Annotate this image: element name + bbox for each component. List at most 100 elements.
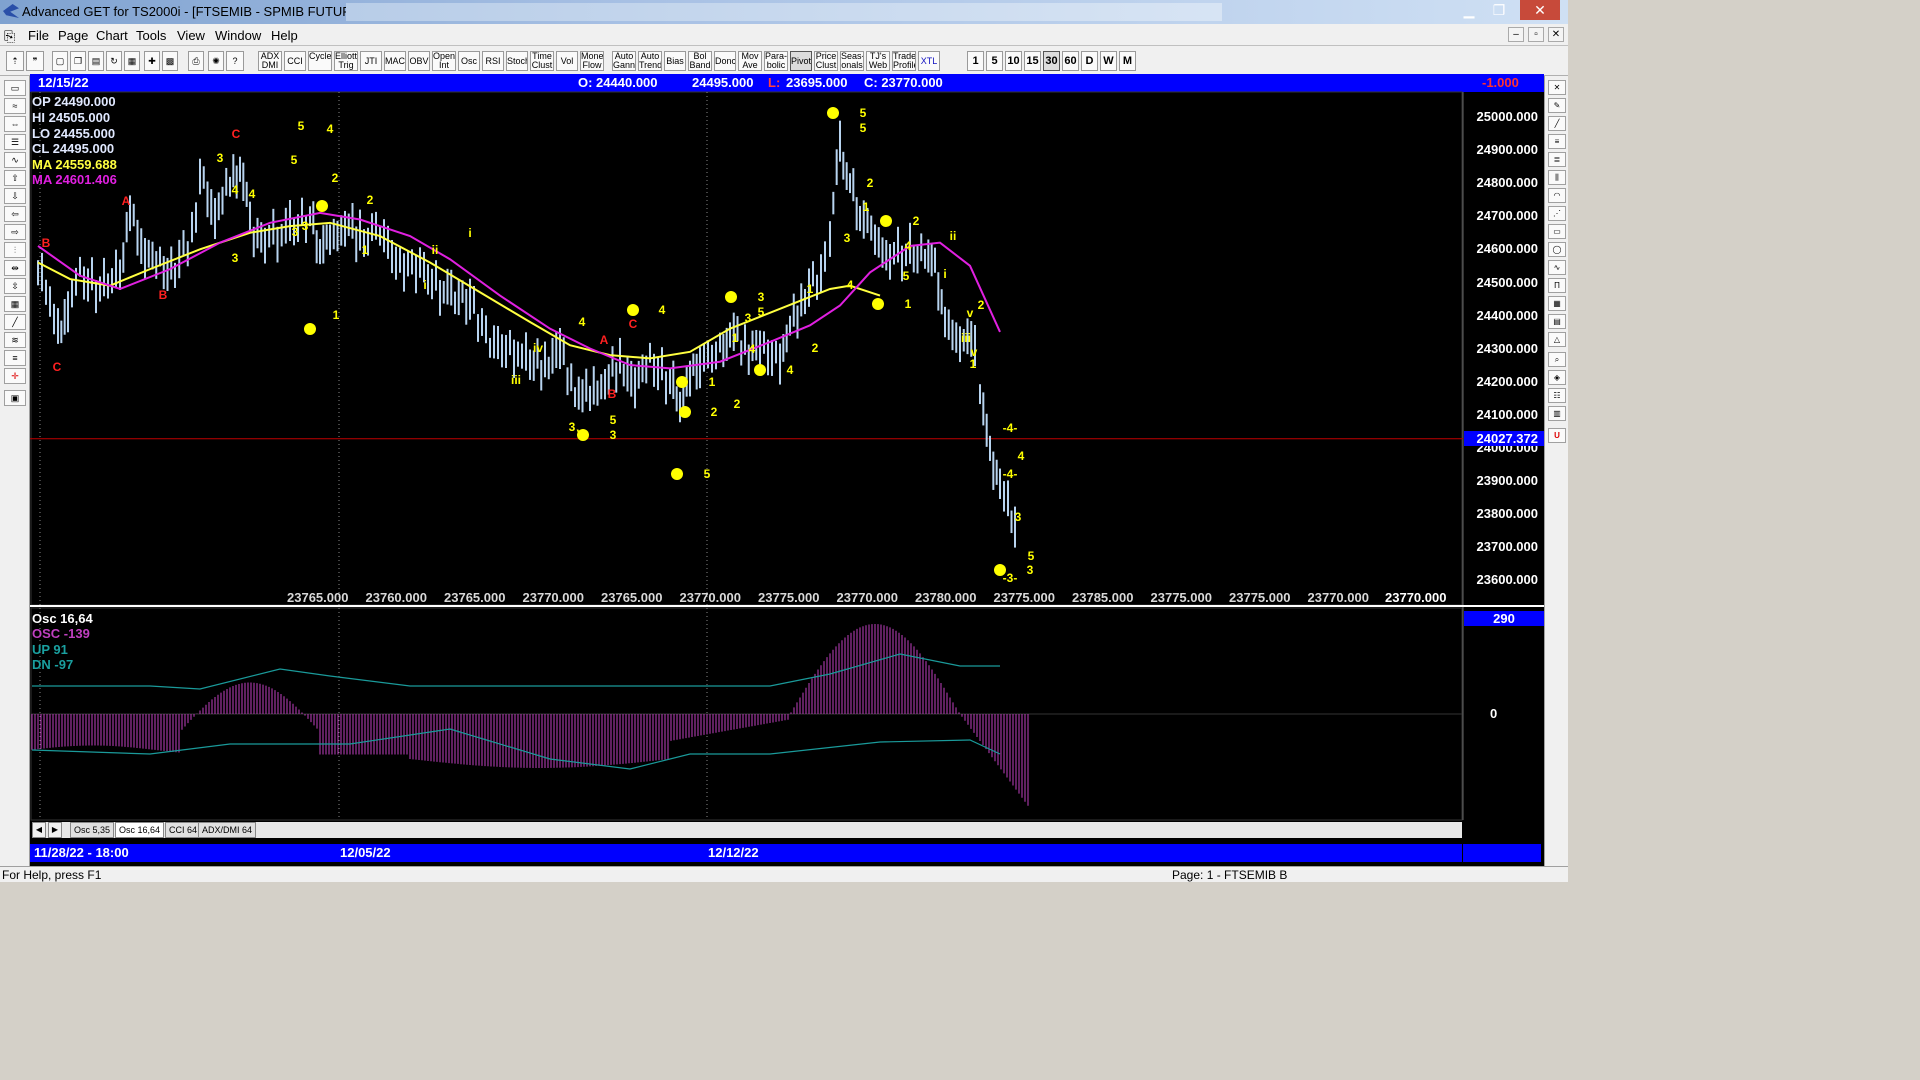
indicator-button-obv[interactable]: OBV — [408, 51, 430, 71]
indicator-button-vol[interactable]: Vol — [556, 51, 578, 71]
indicator-button-pivot[interactable]: Pivot — [790, 51, 812, 71]
gann-icon[interactable]: ≋ — [4, 332, 26, 348]
indicator-button-auto-gann[interactable]: Auto Gann — [612, 51, 636, 71]
cross-cursor-icon[interactable]: ✛ — [4, 368, 26, 384]
menu-help[interactable]: Help — [271, 28, 298, 43]
pti-icon[interactable]: Π — [1548, 278, 1566, 293]
indicator-button-adx-dmi[interactable]: ADX DMI — [258, 51, 282, 71]
fib-ext-icon[interactable]: ≣ — [1548, 152, 1566, 167]
print-icon[interactable]: ⎙ — [188, 51, 204, 71]
grid-icon[interactable]: ▩ — [162, 51, 178, 71]
interval-button-60[interactable]: 60 — [1062, 51, 1079, 71]
interval-button-d[interactable]: D — [1081, 51, 1098, 71]
indicator-button-stoch[interactable]: Stoch — [506, 51, 528, 71]
scroll-left-icon[interactable]: ⇦ — [4, 206, 26, 222]
tab-adx-dmi-64[interactable]: ADX/DMI 64 — [198, 822, 257, 838]
menu-chart[interactable]: Chart — [96, 28, 128, 43]
expand-icon[interactable]: ⇹ — [4, 260, 26, 276]
tab-osc-5-35[interactable]: Osc 5,35 — [70, 822, 115, 838]
chart-window[interactable]: 12/15/22 O: 24440.000 24495.000 L: 23695… — [30, 74, 1544, 866]
mdi-restore-button[interactable]: ▫ — [1528, 27, 1544, 42]
indicator-button-jti[interactable]: JTI — [360, 51, 382, 71]
elliott-icon[interactable]: ∿ — [4, 152, 26, 168]
scroll-down-icon[interactable]: ⇩ — [4, 188, 26, 204]
pencil-icon[interactable]: ✎ — [1548, 98, 1566, 113]
menu-tools[interactable]: Tools — [136, 28, 166, 43]
fan-icon[interactable]: ⋰ — [1548, 206, 1566, 221]
scroll-up-icon[interactable]: ⇧ — [4, 170, 26, 186]
indicator-button-price-clust[interactable]: Price Clust — [814, 51, 838, 71]
indicator-button-cycles[interactable]: Cycles — [308, 51, 332, 71]
wave-tool-icon[interactable]: ∿ — [1548, 260, 1566, 275]
undo-icon[interactable]: U — [1548, 428, 1566, 443]
calc-icon[interactable]: ▥ — [1548, 406, 1566, 421]
interval-button-10[interactable]: 10 — [1005, 51, 1022, 71]
study-icon[interactable]: ≈ — [4, 98, 26, 114]
pointer-icon[interactable]: ⇡ — [6, 51, 24, 71]
paint-icon[interactable]: ◈ — [1548, 370, 1566, 385]
arc-icon[interactable]: ◠ — [1548, 188, 1566, 203]
close-chart-icon[interactable]: ✕ — [1548, 80, 1566, 95]
menu-view[interactable]: View — [177, 28, 205, 43]
indicator-button-mov-ave[interactable]: Mov Ave — [738, 51, 762, 71]
indicator-button-open-int[interactable]: Open Int — [432, 51, 456, 71]
trendline-icon[interactable]: ╱ — [1548, 116, 1566, 131]
calendar-icon[interactable]: ▣ — [4, 390, 26, 406]
channel-icon[interactable]: ▭ — [1548, 224, 1566, 239]
bars-icon[interactable]: ⫶ — [4, 242, 26, 258]
indicator-button-auto-trend[interactable]: Auto Trend — [638, 51, 662, 71]
copy-icon[interactable]: ❐ — [70, 51, 86, 71]
indicator-button-seas-onals[interactable]: Seas-onals — [840, 51, 864, 71]
probability-icon[interactable]: ▤ — [1548, 314, 1566, 329]
interval-button-m[interactable]: M — [1119, 51, 1136, 71]
document-icon[interactable]: ⎘ — [4, 28, 15, 45]
minimize-button[interactable]: ▁ — [1454, 0, 1484, 20]
indicator-button-tj-s-web[interactable]: TJ's Web — [866, 51, 890, 71]
zoom-icon[interactable]: ⌕ — [1548, 352, 1566, 367]
refresh-icon[interactable]: ↻ — [106, 51, 122, 71]
reset-icon[interactable]: ⇔ — [4, 116, 26, 132]
scroll-right-icon[interactable]: ⇨ — [4, 224, 26, 240]
indicator-button-money-flow[interactable]: Money Flow — [580, 51, 604, 71]
fib-time-icon[interactable]: ⫼ — [1548, 170, 1566, 185]
indicator-button-cci[interactable]: CCI — [284, 51, 306, 71]
help-arrow-icon[interactable]: ? — [226, 51, 244, 71]
lines-icon[interactable]: ╱ — [4, 314, 26, 330]
tab-cci-64[interactable]: CCI 64 — [165, 822, 202, 838]
indicator-button-bias[interactable]: Bias — [664, 51, 686, 71]
indicator-button-rsi[interactable]: RSI — [482, 51, 504, 71]
ellipse-icon[interactable]: ◯ — [1548, 242, 1566, 257]
crosshair-icon[interactable]: ✚ — [144, 51, 160, 71]
indicator-button-para-bolic[interactable]: Para-bolic — [764, 51, 788, 71]
close-button[interactable]: ✕ — [1520, 0, 1560, 20]
indicator-button-donch[interactable]: Donch — [714, 51, 736, 71]
maximize-button[interactable]: ❐ — [1484, 0, 1514, 20]
menu-page[interactable]: Page — [58, 28, 88, 43]
indicator-button-xtl[interactable]: XTL — [918, 51, 940, 71]
indicator-button-bol-band[interactable]: Bol Band — [688, 51, 712, 71]
triangle-icon[interactable]: △ — [1548, 332, 1566, 347]
mdi-minimize-button[interactable]: – — [1508, 27, 1524, 42]
study-list-icon[interactable]: ☰ — [4, 134, 26, 150]
list-icon[interactable]: ☷ — [1548, 388, 1566, 403]
fib-icon[interactable]: ≡ — [4, 350, 26, 366]
menu-window[interactable]: Window — [215, 28, 261, 43]
tile-icon[interactable]: ▦ — [124, 51, 140, 71]
indicator-button-elliott-trig[interactable]: Elliott Trig — [334, 51, 358, 71]
layout-icon[interactable]: ▤ — [88, 51, 104, 71]
folder-icon[interactable]: ▭ — [4, 80, 26, 96]
grid-tool-icon[interactable]: ▦ — [1548, 296, 1566, 311]
table-icon[interactable]: ▦ — [4, 296, 26, 312]
interval-button-5[interactable]: 5 — [986, 51, 1003, 71]
indicator-button-time-clust[interactable]: Time Clust — [530, 51, 554, 71]
tab-prev-icon[interactable]: ◀ — [32, 822, 46, 838]
quote-icon[interactable]: ❞ — [26, 51, 44, 71]
indicator-button-trade-profile[interactable]: Trade Profile — [892, 51, 916, 71]
new-page-icon[interactable]: ▢ — [52, 51, 68, 71]
indicator-button-macd[interactable]: MACD — [384, 51, 406, 71]
interval-button-15[interactable]: 15 — [1024, 51, 1041, 71]
compress-icon[interactable]: ⇳ — [4, 278, 26, 294]
bulb-icon[interactable]: ✺ — [208, 51, 224, 71]
indicator-button-osc[interactable]: Osc — [458, 51, 480, 71]
fib-ret-icon[interactable]: ≡ — [1548, 134, 1566, 149]
